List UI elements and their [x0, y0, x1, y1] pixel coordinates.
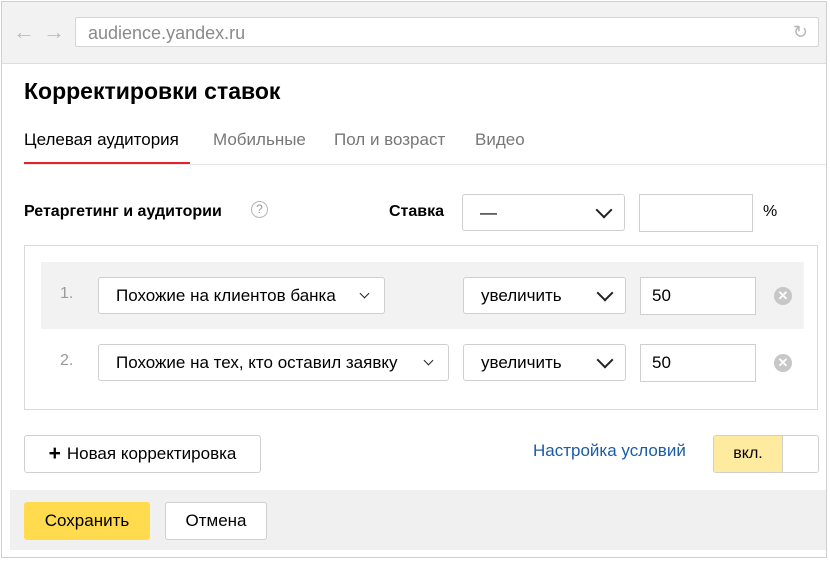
enable-toggle[interactable]: вкл.	[713, 435, 819, 473]
tab-video[interactable]: Видео	[475, 130, 525, 150]
address-bar[interactable]: audience.yandex.ru ↻	[75, 17, 819, 47]
plus-icon: +	[48, 442, 61, 465]
remove-rule-icon[interactable]: ✕	[774, 287, 792, 305]
reload-icon[interactable]: ↻	[793, 22, 808, 43]
chevron-down-icon	[596, 284, 614, 302]
action-select-value: увеличить	[481, 286, 562, 305]
url-text: audience.yandex.ru	[88, 23, 246, 43]
toggle-knob[interactable]	[782, 436, 818, 472]
rate-input[interactable]	[639, 194, 753, 232]
audience-select-value: Похожие на клиентов банка	[116, 286, 336, 305]
back-arrow-icon[interactable]: ←	[12, 20, 36, 44]
rule-row: 1. Похожие на клиентов банка увеличить ✕	[41, 262, 804, 329]
tab-gender-age[interactable]: Пол и возраст	[334, 130, 445, 150]
rules-list: 1. Похожие на клиентов банка увеличить ✕…	[24, 245, 818, 410]
rate-select[interactable]: —	[462, 194, 625, 231]
conditions-settings-link[interactable]: Настройка условий	[533, 441, 686, 461]
tabs-divider	[24, 164, 826, 165]
forward-arrow-icon[interactable]: →	[42, 20, 66, 44]
page-title: Корректировки ставок	[24, 78, 281, 104]
chevron-down-icon	[359, 288, 370, 299]
browser-toolbar: ← → audience.yandex.ru ↻	[2, 2, 826, 64]
add-adjustment-label: Новая корректировка	[66, 444, 237, 463]
dialog-window: ← → audience.yandex.ru ↻ Корректировки с…	[1, 1, 827, 558]
action-select[interactable]: увеличить	[463, 344, 626, 381]
audience-select[interactable]: Похожие на клиентов банка	[98, 277, 385, 314]
action-select[interactable]: увеличить	[463, 277, 626, 314]
retargeting-label: Ретаргетинг и аудитории	[24, 203, 222, 220]
save-button[interactable]: Сохранить	[24, 502, 150, 540]
tab-target-audience[interactable]: Целевая аудитория	[24, 130, 179, 150]
chevron-down-icon	[595, 201, 613, 219]
action-select-value: увеличить	[481, 353, 562, 372]
remove-rule-icon[interactable]: ✕	[774, 354, 792, 372]
chevron-down-icon	[423, 355, 434, 366]
rate-select-value: —	[480, 203, 497, 222]
rule-row: 2. Похожие на тех, кто оставил заявку ув…	[41, 329, 804, 396]
tab-mobile[interactable]: Мобильные	[213, 130, 306, 150]
add-adjustment-button[interactable]: + Новая корректировка	[24, 435, 261, 473]
rule-number: 1.	[60, 285, 74, 302]
rule-number: 2.	[60, 352, 74, 369]
cancel-button[interactable]: Отмена	[165, 502, 267, 540]
rate-label: Ставка	[389, 203, 445, 220]
percent-sign: %	[763, 203, 778, 220]
chevron-down-icon	[596, 351, 614, 369]
toggle-label: вкл.	[714, 436, 782, 472]
audience-select-value: Похожие на тех, кто оставил заявку	[116, 353, 398, 372]
help-icon[interactable]: ?	[251, 201, 268, 218]
audience-select[interactable]: Похожие на тех, кто оставил заявку	[98, 344, 449, 381]
value-input[interactable]	[640, 277, 756, 315]
value-input[interactable]	[640, 344, 756, 382]
